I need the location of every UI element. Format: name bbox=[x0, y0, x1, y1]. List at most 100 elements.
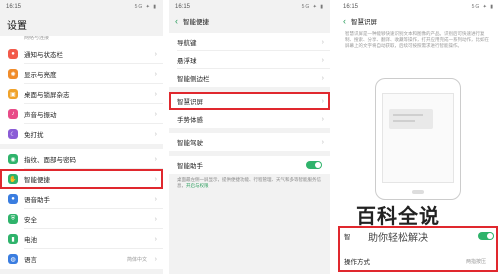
menu-item-smart-screen-recognition[interactable]: 智慧识屏 › bbox=[169, 92, 330, 110]
settings-item-language[interactable]: ◍ 语言 简体中文 › bbox=[0, 249, 163, 269]
settings-item-label: 通知与状态栏 bbox=[24, 52, 63, 59]
settings-group-system: ◉ 指纹、面部与密码 › ✋ 智能便捷 › ● 语音助手 › ⛨ 安全 › ▮ … bbox=[0, 149, 163, 269]
chevron-right-icon: › bbox=[154, 70, 157, 78]
chevron-right-icon: › bbox=[154, 130, 157, 138]
status-bar: 16:15 5G ✦ ▮ bbox=[0, 0, 163, 13]
settings-item-label: 智能便捷 bbox=[24, 177, 50, 184]
chevron-right-icon: › bbox=[154, 215, 157, 223]
settings-item-fingerprint[interactable]: ◉ 指纹、面部与密码 › bbox=[0, 149, 163, 169]
settings-group-gestures: 智慧识屏 › 手势体感 › bbox=[169, 92, 330, 128]
bell-icon: ● bbox=[8, 49, 18, 59]
nav-bar: ‹ 智慧识屏 bbox=[337, 13, 500, 29]
operation-mode-value: 两指按压 bbox=[465, 259, 486, 265]
settings-item-label: 语音助手 bbox=[24, 197, 50, 204]
menu-item-label: 智慧识屏 bbox=[177, 99, 203, 106]
home-bar-illustration bbox=[412, 190, 424, 194]
settings-item-wallpaper[interactable]: ▣ 桌面与锁屏杂志 › bbox=[0, 84, 163, 104]
toggle-row-label: 智 bbox=[344, 234, 351, 241]
status-bar: 16:15 5G ✦ ▮ bbox=[169, 0, 330, 13]
status-icons: 5G ✦ ▮ bbox=[301, 3, 324, 10]
settings-item-display[interactable]: ✺ 显示与亮度 › bbox=[0, 64, 163, 84]
chevron-right-icon: › bbox=[154, 90, 157, 98]
shield-icon: ⛨ bbox=[8, 214, 18, 224]
chevron-right-icon: › bbox=[154, 255, 157, 263]
menu-item-floating-ball[interactable]: 悬浮球 › bbox=[169, 51, 330, 69]
watermark-title: 百科全说 bbox=[356, 206, 440, 228]
settings-item-battery[interactable]: ▮ 电池 › bbox=[0, 229, 163, 249]
phone-screen-illustration bbox=[382, 93, 454, 183]
page-title: 智能便捷 bbox=[183, 19, 209, 26]
picture-icon: ▣ bbox=[8, 89, 18, 99]
assistant-description: 桌面最左侧一屏显示，提供便捷功能、行程管理、天气和多等智能服务信息，开启与权限 bbox=[177, 177, 321, 188]
settings-item-notifications[interactable]: ● 通知与状态栏 › bbox=[0, 44, 163, 64]
menu-item-smart-driving[interactable]: 智能驾驶 › bbox=[169, 133, 330, 151]
watermark-subtitle: 助你轻松解决 bbox=[368, 233, 428, 244]
settings-item-label: 声音与振动 bbox=[24, 112, 57, 119]
settings-item-security[interactable]: ⛨ 安全 › bbox=[0, 209, 163, 229]
chevron-right-icon: › bbox=[321, 74, 324, 82]
mic-icon: ● bbox=[8, 194, 18, 204]
chevron-right-icon: › bbox=[154, 110, 157, 118]
settings-item-label: 桌面与锁屏杂志 bbox=[24, 92, 70, 99]
settings-item-voice-assistant[interactable]: ● 语音助手 › bbox=[0, 189, 163, 209]
status-bar: 16:15 5G ✦ ▮ bbox=[337, 0, 500, 13]
phone-illustration bbox=[375, 78, 461, 200]
chevron-right-icon: › bbox=[154, 235, 157, 243]
menu-item-smart-sidebar[interactable]: 智能侧边栏 › bbox=[169, 69, 330, 87]
settings-item-smart-convenience[interactable]: ✋ 智能便捷 › bbox=[0, 169, 163, 189]
settings-item-label: 指纹、面部与密码 bbox=[24, 157, 76, 164]
smart-assistant-toggle[interactable] bbox=[306, 161, 322, 169]
menu-item-label: 导航键 bbox=[177, 40, 197, 47]
status-time: 16:15 bbox=[343, 3, 359, 10]
menu-item-label: 手势体感 bbox=[177, 117, 203, 124]
chevron-right-icon: › bbox=[154, 155, 157, 163]
menu-item-gestures[interactable]: 手势体感 › bbox=[169, 110, 330, 128]
chevron-right-icon: › bbox=[321, 38, 324, 46]
settings-item-label: 语言 bbox=[24, 257, 37, 264]
sun-icon: ✺ bbox=[8, 69, 18, 79]
chevron-right-icon: › bbox=[154, 195, 157, 203]
settings-group-assistant: 智能助手 bbox=[169, 156, 330, 174]
speaker-icon: ♪ bbox=[8, 109, 18, 119]
status-icons: 5G ✦ ▮ bbox=[134, 3, 157, 10]
smart-screen-recognition-toggle[interactable] bbox=[478, 232, 494, 240]
chevron-right-icon: › bbox=[321, 97, 324, 105]
status-time: 16:15 bbox=[175, 3, 191, 10]
menu-item-label: 悬浮球 bbox=[177, 58, 197, 65]
settings-item-label: 显示与亮度 bbox=[24, 72, 57, 79]
settings-item-sound[interactable]: ♪ 声音与振动 › bbox=[0, 104, 163, 124]
cut-off-row: 网络与连接 bbox=[0, 36, 163, 44]
fingerprint-icon: ◉ bbox=[8, 154, 18, 164]
operation-mode-row[interactable]: 操作方式 bbox=[344, 256, 370, 266]
moon-icon: ☾ bbox=[8, 129, 18, 139]
feature-description: 智慧识屏是一种能够快速识别文本和图像的产品。识别后可快速进行复制、搜索、分享、翻… bbox=[345, 31, 489, 48]
hand-icon: ✋ bbox=[8, 174, 18, 184]
settings-group-navigation: 导航键 › 悬浮球 › 智能侧边栏 › bbox=[169, 33, 330, 87]
back-icon[interactable]: ‹ bbox=[175, 16, 178, 26]
menu-item-label: 智能侧边栏 bbox=[177, 76, 210, 83]
chevron-right-icon: › bbox=[321, 138, 324, 146]
chevron-right-icon: › bbox=[154, 175, 157, 183]
nav-bar: ‹ 智能便捷 bbox=[169, 13, 330, 29]
settings-item-label: 免打扰 bbox=[24, 132, 44, 139]
settings-item-dnd[interactable]: ☾ 免打扰 › bbox=[0, 124, 163, 144]
chevron-right-icon: › bbox=[321, 56, 324, 64]
menu-item-smart-assistant: 智能助手 bbox=[169, 156, 330, 174]
status-icons: 5G ✦ ▮ bbox=[471, 3, 494, 10]
page-title: 智慧识屏 bbox=[351, 19, 377, 26]
back-icon[interactable]: ‹ bbox=[343, 16, 346, 26]
menu-item-nav-keys[interactable]: 导航键 › bbox=[169, 33, 330, 51]
menu-item-label: 智能助手 bbox=[177, 163, 203, 170]
settings-group-driving: 智能驾驶 › bbox=[169, 133, 330, 151]
menu-item-label: 智能驾驶 bbox=[177, 140, 203, 147]
settings-item-value: 简体中文 bbox=[126, 256, 147, 263]
permissions-link[interactable]: 开启与权限 bbox=[186, 183, 209, 188]
settings-screen: 16:15 5G ✦ ▮ 设置 网络与连接 ● 通知与状态栏 › ✺ 显示与亮度… bbox=[0, 0, 163, 274]
chevron-right-icon: › bbox=[321, 115, 324, 123]
chevron-right-icon: › bbox=[154, 50, 157, 58]
status-time: 16:15 bbox=[6, 3, 22, 10]
settings-item-label: 安全 bbox=[24, 217, 37, 224]
battery-icon: ▮ bbox=[8, 234, 18, 244]
settings-group-display: ● 通知与状态栏 › ✺ 显示与亮度 › ▣ 桌面与锁屏杂志 › ♪ 声音与振动… bbox=[0, 44, 163, 144]
page-title: 设置 bbox=[0, 13, 163, 36]
